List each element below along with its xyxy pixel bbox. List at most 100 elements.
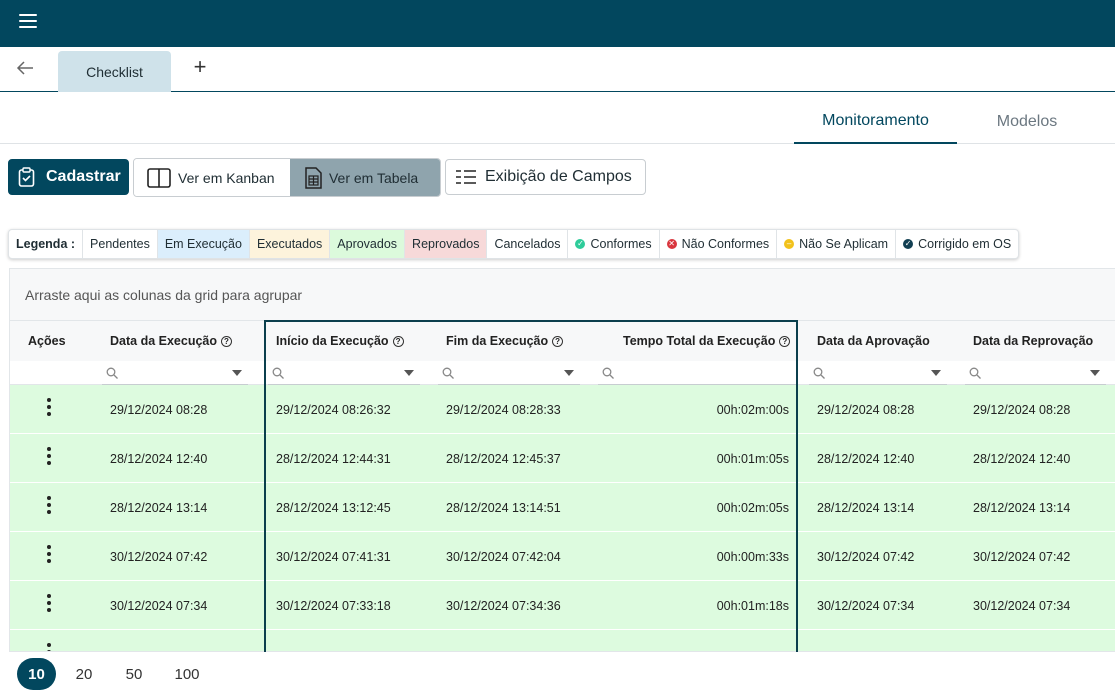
chevron-down-icon[interactable]	[564, 369, 574, 376]
filter-tempo-total[interactable]	[598, 361, 796, 385]
tab-bar: Checklist +	[0, 47, 1115, 92]
clipboard-icon	[18, 167, 35, 187]
filter-data-aprovacao[interactable]	[809, 361, 947, 385]
top-bar	[0, 0, 1115, 47]
legend-nao-se-aplicam-label: Não Se Aplicam	[799, 237, 889, 251]
search-icon	[969, 367, 981, 379]
cell-data-execucao: 28/12/2024 13:14	[110, 500, 208, 515]
help-icon[interactable]: ?	[392, 335, 404, 347]
legend-pendentes: Pendentes	[83, 230, 158, 258]
cell-fim-execucao: 30/12/2024 07:34:36	[446, 598, 561, 613]
cell-tempo-total: 00h:02m:00s	[716, 402, 789, 417]
more-actions-icon[interactable]	[46, 447, 52, 467]
table-row[interactable]: 28/12/2024 13:14 28/12/2024 13:12:45 28/…	[10, 483, 1115, 532]
grid-header: Ações Data da Execução? Início da Execuç…	[10, 321, 1115, 361]
check-icon: ✓	[903, 239, 914, 249]
filter-data-execucao[interactable]	[102, 361, 248, 385]
cell-inicio-execucao: 28/12/2024 12:44:31	[276, 451, 391, 466]
legend-nao-conformes: ✕ Não Conformes	[660, 230, 778, 258]
cell-inicio-execucao: 28/12/2024 13:12:45	[276, 500, 391, 515]
ver-kanban-button[interactable]: Ver em Kanban	[134, 159, 290, 196]
ver-tabela-label: Ver em Tabela	[328, 169, 419, 186]
table-row-partial[interactable]	[10, 630, 1115, 651]
legend-title: Legenda :	[9, 230, 84, 258]
ver-kanban-label: Ver em Kanban	[178, 169, 275, 186]
view-tabs: Monitoramento Modelos	[794, 100, 1115, 144]
tab-monitoramento[interactable]: Monitoramento	[794, 100, 957, 144]
exibicao-campos-label: Exibição de Campos	[485, 168, 632, 185]
tab-checklist[interactable]: Checklist	[58, 51, 171, 92]
col-acoes[interactable]: Ações	[28, 321, 66, 361]
col-data-aprovacao[interactable]: Data da Aprovação	[817, 321, 930, 361]
menu-icon[interactable]	[19, 14, 37, 28]
grid-rows: 29/12/2024 08:28 29/12/2024 08:26:32 29/…	[10, 385, 1115, 651]
more-actions-icon[interactable]	[46, 594, 52, 614]
cell-data-aprovacao: 28/12/2024 13:14	[817, 500, 915, 515]
page-size-20[interactable]: 20	[70, 658, 98, 690]
cell-tempo-total: 00h:00m:33s	[716, 549, 789, 564]
back-arrow-icon[interactable]	[14, 57, 36, 79]
legend-corrigido-os-label: Corrigido em OS	[918, 237, 1012, 251]
filter-inicio-execucao[interactable]	[268, 361, 420, 385]
page-size-10[interactable]: 10	[17, 658, 56, 690]
filter-fim-execucao[interactable]	[438, 361, 580, 385]
add-tab-icon[interactable]: +	[190, 56, 210, 78]
cell-tempo-total: 00h:02m:05s	[716, 500, 789, 515]
more-actions-icon[interactable]	[46, 643, 52, 651]
group-panel[interactable]: Arraste aqui as colunas da grid para agr…	[10, 269, 1115, 321]
col-data-execucao[interactable]: Data da Execução?	[110, 321, 232, 361]
legend-em-execucao: Em Execução	[157, 230, 250, 258]
list-columns-icon	[456, 170, 476, 184]
col-data-reprovacao[interactable]: Data da Reprovação	[973, 321, 1093, 361]
legend: Legenda : Pendentes Em Execução Executad…	[8, 229, 1020, 259]
search-icon	[106, 367, 118, 379]
chevron-down-icon[interactable]	[1090, 369, 1100, 376]
legend-conformes: ✓ Conformes	[568, 230, 660, 258]
help-icon[interactable]: ?	[221, 335, 232, 347]
table-row[interactable]: 30/12/2024 07:42 30/12/2024 07:41:31 30/…	[10, 532, 1115, 581]
col-inicio-execucao[interactable]: Início da Execução?	[276, 321, 404, 361]
help-icon[interactable]: ?	[552, 335, 564, 347]
cell-data-reprovacao: 30/12/2024 07:34	[973, 598, 1071, 613]
help-icon[interactable]: ?	[779, 335, 791, 347]
cell-data-execucao: 29/12/2024 08:28	[110, 402, 208, 417]
cell-inicio-execucao: 30/12/2024 07:33:18	[276, 598, 391, 613]
minus-icon: –	[784, 239, 795, 249]
page-size-100[interactable]: 100	[170, 658, 204, 690]
search-icon	[602, 367, 614, 379]
table-row[interactable]: 30/12/2024 07:34 30/12/2024 07:33:18 30/…	[10, 581, 1115, 630]
exibicao-campos-button[interactable]: Exibição de Campos	[445, 159, 646, 195]
page-size-50[interactable]: 50	[120, 658, 148, 690]
filter-data-reprovacao[interactable]	[965, 361, 1106, 385]
chevron-down-icon[interactable]	[232, 369, 242, 376]
cell-data-execucao: 30/12/2024 07:34	[110, 598, 208, 613]
check-icon: ✓	[575, 239, 586, 249]
tab-modelos[interactable]: Modelos	[957, 100, 1097, 144]
legend-aprovados: Aprovados	[330, 230, 406, 258]
more-actions-icon[interactable]	[46, 496, 52, 516]
col-fim-execucao[interactable]: Fim da Execução?	[446, 321, 564, 361]
x-icon: ✕	[666, 239, 677, 249]
cadastrar-button[interactable]: Cadastrar	[8, 159, 129, 195]
chevron-down-icon[interactable]	[931, 369, 941, 376]
cell-data-execucao: 30/12/2024 07:42	[110, 549, 208, 564]
spreadsheet-icon	[305, 166, 322, 189]
col-tempo-total[interactable]: Tempo Total da Execução?	[623, 321, 791, 361]
cell-tempo-total: 00h:01m:18s	[716, 598, 789, 613]
more-actions-icon[interactable]	[46, 398, 52, 418]
cell-data-aprovacao: 30/12/2024 07:34	[817, 598, 915, 613]
more-actions-icon[interactable]	[46, 545, 52, 565]
table-row[interactable]: 29/12/2024 08:28 29/12/2024 08:26:32 29/…	[10, 385, 1115, 434]
cadastrar-label: Cadastrar	[46, 168, 121, 185]
legend-nao-se-aplicam: – Não Se Aplicam	[777, 230, 897, 258]
ver-tabela-button[interactable]: Ver em Tabela	[289, 159, 440, 196]
legend-nao-conformes-label: Não Conformes	[681, 237, 770, 251]
cell-data-aprovacao: 28/12/2024 12:40	[817, 451, 915, 466]
legend-executados: Executados	[249, 230, 331, 258]
search-icon	[813, 367, 825, 379]
chevron-down-icon[interactable]	[404, 369, 414, 376]
table-row[interactable]: 28/12/2024 12:40 28/12/2024 12:44:31 28/…	[10, 434, 1115, 483]
legend-corrigido-os: ✓ Corrigido em OS	[896, 230, 1018, 258]
cell-data-aprovacao: 29/12/2024 08:28	[817, 402, 915, 417]
data-grid: Arraste aqui as colunas da grid para agr…	[9, 268, 1115, 652]
